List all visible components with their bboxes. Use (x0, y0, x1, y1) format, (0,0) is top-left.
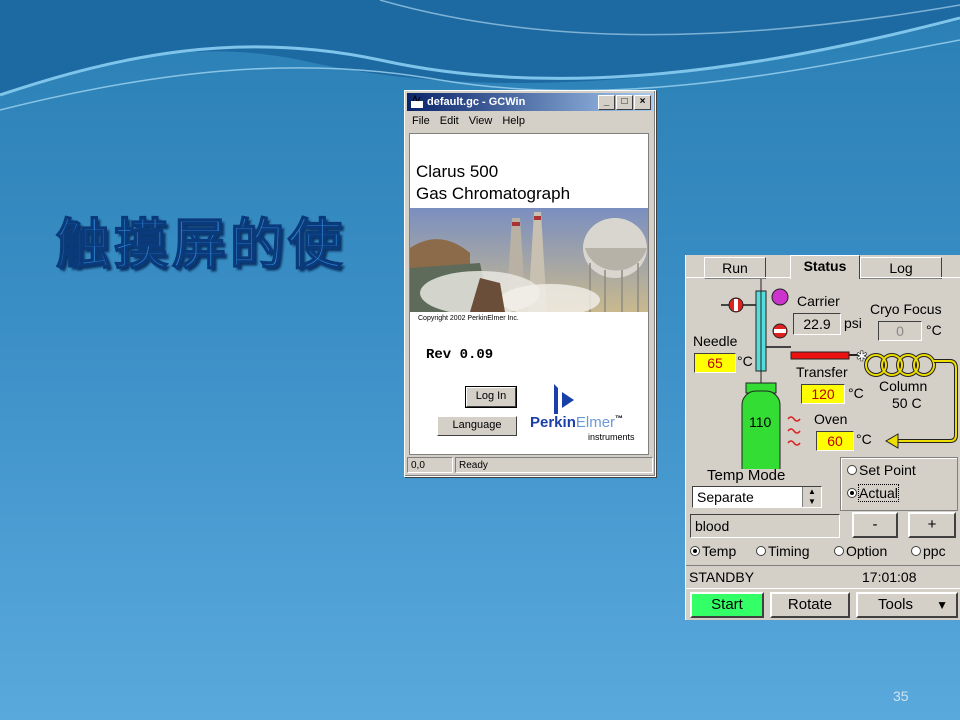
maximize-icon[interactable]: □ (616, 94, 633, 110)
page-number: 35 (893, 688, 909, 704)
menubar: File Edit View Help (407, 113, 653, 131)
revision-text: Rev 0.09 (426, 347, 494, 363)
plus-button[interactable]: + (908, 512, 956, 538)
status-bar: 0,0 Ready (407, 457, 653, 475)
vial-value: 110 (749, 414, 772, 430)
start-button[interactable]: Start (690, 592, 764, 618)
menu-help[interactable]: Help (497, 113, 530, 131)
radio-ppc[interactable]: ppc (911, 543, 946, 559)
column-label: Column (879, 378, 928, 394)
gcwin-titlebar[interactable]: default.gc - GCWin _ □ × (407, 93, 653, 111)
window-title: default.gc - GCWin (427, 96, 526, 108)
spinner-icon[interactable]: ▲ ▼ (802, 487, 821, 507)
rotate-button[interactable]: Rotate (770, 592, 850, 618)
dropdown-arrow-icon: ▼ (936, 598, 948, 612)
menu-view[interactable]: View (464, 113, 498, 131)
needle-label: Needle (693, 333, 738, 349)
needle-unit: °C (737, 353, 753, 369)
refinery-photo (410, 208, 648, 312)
carrier-field[interactable]: 22.9 (793, 313, 841, 335)
transfer-field[interactable]: 120 (801, 384, 845, 404)
transfer-unit: °C (848, 385, 864, 401)
product-name-line2: Gas Chromatograph (416, 184, 571, 203)
temp-mode-select[interactable]: Separate ▲ ▼ (692, 486, 822, 508)
instrument-status: STANDBY (689, 569, 755, 585)
splash-panel: Clarus 500 Gas Chromatograph Copyright 2… (409, 133, 649, 455)
temp-mode-label: Temp Mode (707, 467, 786, 484)
radio-option[interactable]: Option (834, 543, 887, 559)
copyright-text: Copyright 2002 PerkinElmer Inc. (418, 315, 519, 322)
radio-set-point[interactable]: Set Point (847, 462, 916, 478)
gcwin-window: default.gc - GCWin _ □ × File Edit View … (404, 90, 656, 477)
oven-field[interactable]: 60 (816, 431, 854, 451)
cryo-field[interactable]: 0 (878, 321, 922, 341)
tab-log[interactable]: Log (860, 257, 942, 279)
login-button[interactable]: Log In (465, 386, 517, 408)
instrument-control-panel: Run Status Log ✱ 110 Carrier 22.9 psi Cr… (685, 255, 960, 620)
radio-temp[interactable]: Temp (690, 543, 736, 559)
perkinelmer-logo: PerkinElmer™ instruments (530, 384, 648, 444)
clock-time: 17:01:08 (862, 569, 917, 585)
carrier-unit: psi (844, 315, 862, 331)
oven-label: Oven (814, 411, 848, 427)
minus-button[interactable]: - (852, 512, 898, 538)
needle-field[interactable]: 65 (694, 353, 736, 373)
close-icon[interactable]: × (634, 94, 651, 110)
cryo-focus-label: Cryo Focus (870, 301, 942, 317)
status-text: Ready (455, 457, 653, 473)
tools-button[interactable]: Tools ▼ (856, 592, 958, 618)
oven-unit: °C (856, 431, 872, 447)
radio-actual[interactable]: Actual (847, 484, 899, 502)
transfer-label: Transfer (796, 364, 848, 380)
menu-edit[interactable]: Edit (435, 113, 464, 131)
status-coords: 0,0 (407, 457, 453, 473)
column-value: 50 C (892, 395, 922, 411)
language-button[interactable]: Language (437, 416, 517, 436)
radio-timing[interactable]: Timing (756, 543, 810, 559)
minimize-icon[interactable]: _ (598, 94, 615, 110)
tab-status[interactable]: Status (790, 255, 860, 279)
menu-file[interactable]: File (407, 113, 435, 131)
gcwin-app-icon (411, 95, 423, 108)
status-strip: STANDBY 17:01:08 (686, 565, 960, 589)
cryo-unit: °C (926, 322, 942, 338)
method-name-field[interactable]: blood (690, 514, 840, 538)
carrier-label: Carrier (797, 293, 840, 309)
slide-title: 触摸屏的使 (55, 212, 346, 277)
product-name-line1: Clarus 500 (416, 162, 499, 181)
tab-run[interactable]: Run (704, 257, 766, 279)
